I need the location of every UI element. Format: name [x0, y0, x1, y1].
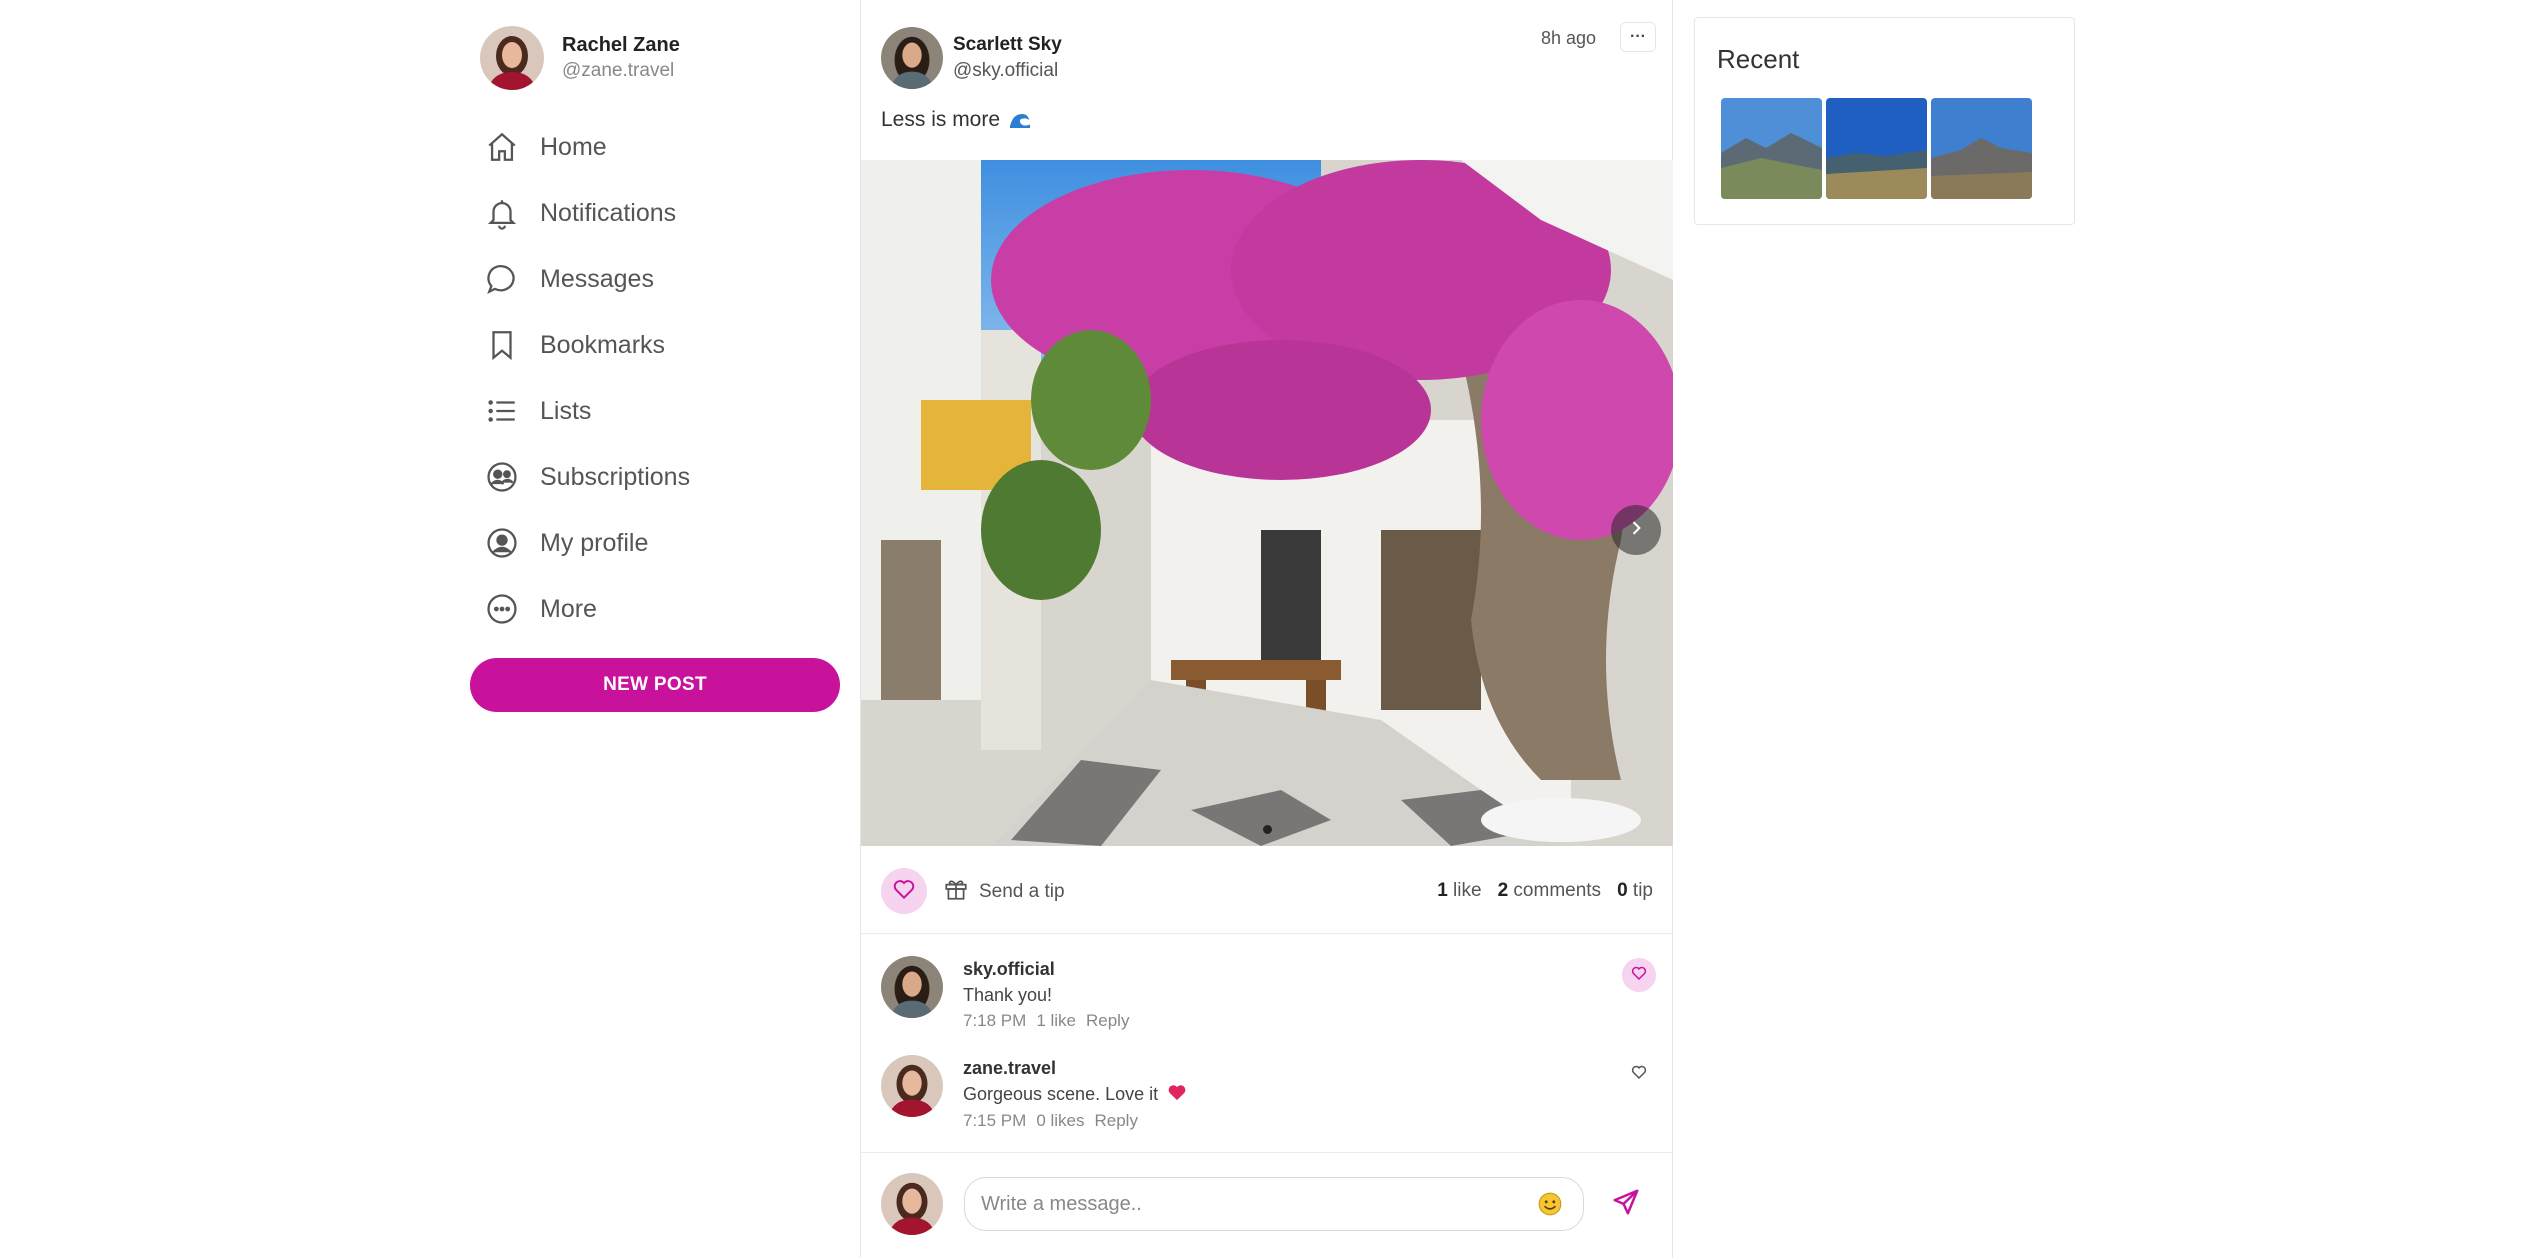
user-name: Rachel Zane — [562, 34, 680, 56]
wave-icon — [1008, 108, 1032, 132]
comment-reply-link[interactable]: Reply — [1095, 1108, 1138, 1134]
nav-item-notifications[interactable]: Notifications — [484, 180, 690, 246]
comment-text: Thank you! — [963, 985, 1053, 1005]
comment-reply-link[interactable]: Reply — [1086, 1008, 1129, 1034]
post-header: Scarlett Sky @sky.official 8h ago ··· — [881, 22, 1656, 90]
nav-item-more[interactable]: More — [484, 576, 690, 642]
likes-stat[interactable]: 1 like — [1437, 880, 1481, 902]
nav-label: Messages — [540, 264, 654, 293]
comment-like-button[interactable] — [1622, 958, 1656, 992]
comment-likes[interactable]: 1 like — [1036, 1008, 1076, 1034]
nav-item-home[interactable]: Home — [484, 114, 690, 180]
carousel-dot[interactable] — [1262, 825, 1272, 834]
user-handle: @zane.travel — [562, 60, 675, 81]
composer-avatar — [881, 1173, 943, 1235]
recent-panel: Recent — [1694, 17, 2075, 225]
recent-thumbnail[interactable] — [1826, 98, 1927, 199]
main-nav: Home Notifications Messages Bookmarks Li… — [484, 114, 690, 642]
nav-item-messages[interactable]: Messages — [484, 246, 690, 312]
comment-username[interactable]: sky.official — [963, 956, 1129, 982]
carousel-next-button[interactable] — [1611, 505, 1661, 555]
post-feed: Scarlett Sky @sky.official 8h ago ··· Le… — [860, 0, 1673, 1258]
post-caption-text: Less is more — [881, 108, 1001, 131]
nav-label: Home — [540, 132, 607, 161]
emoji-icon[interactable] — [1537, 1191, 1563, 1222]
home-icon — [484, 129, 520, 165]
post-stats: 1 like 2 comments 0 tip — [1437, 880, 1653, 902]
post-photo — [861, 160, 1673, 846]
gift-icon — [943, 876, 969, 907]
recent-thumbnails — [1721, 98, 2032, 199]
nav-label: My profile — [540, 528, 649, 557]
red-heart-icon — [1167, 1082, 1187, 1108]
nav-item-lists[interactable]: Lists — [484, 378, 690, 444]
chat-bubble-icon — [484, 261, 520, 297]
recent-thumbnail[interactable] — [1931, 98, 2032, 199]
bookmark-icon — [484, 327, 520, 363]
send-tip-button[interactable]: Send a tip — [943, 876, 1065, 907]
comment-like-button[interactable] — [1622, 1057, 1656, 1091]
comment-avatar[interactable] — [881, 956, 943, 1018]
nav-label: Subscriptions — [540, 462, 691, 491]
current-user-profile[interactable]: Rachel Zane @zane.travel — [480, 26, 680, 90]
comment-time: 7:15 PM — [963, 1111, 1027, 1131]
post-actions: Send a tip 1 like 2 comments 0 tip — [861, 862, 1673, 934]
post-image[interactable] — [861, 160, 1673, 846]
comment-avatar[interactable] — [881, 1055, 943, 1117]
comment-username[interactable]: zane.travel — [963, 1055, 1187, 1081]
nav-label: Bookmarks — [540, 330, 666, 359]
send-icon[interactable] — [1611, 1187, 1641, 1222]
heart-icon — [1630, 964, 1648, 987]
tips-stat[interactable]: 0 tip — [1617, 880, 1653, 902]
bell-icon — [484, 195, 520, 231]
heart-icon — [1630, 1063, 1648, 1086]
ellipsis-circle-icon — [484, 591, 520, 627]
post-caption: Less is more — [881, 108, 1032, 132]
user-circle-icon — [484, 525, 520, 561]
post-author-name[interactable]: Scarlett Sky — [953, 32, 1062, 58]
chevron-right-icon — [1626, 518, 1646, 543]
send-tip-label: Send a tip — [979, 880, 1065, 902]
comment-time: 7:18 PM — [963, 1011, 1027, 1030]
comment-composer — [861, 1152, 1673, 1258]
heart-icon — [891, 876, 917, 907]
app-page: Rachel Zane @zane.travel Home Notificati… — [0, 0, 2538, 1258]
nav-label: Notifications — [540, 198, 677, 227]
comment-likes[interactable]: 0 likes — [1036, 1108, 1084, 1134]
post-timestamp: 8h ago — [1540, 28, 1596, 48]
carousel-indicator — [861, 825, 1673, 834]
message-input[interactable] — [964, 1177, 1584, 1231]
nav-item-subscriptions[interactable]: Subscriptions — [484, 444, 690, 510]
post-options-button[interactable]: ··· — [1620, 22, 1656, 52]
nav-item-my-profile[interactable]: My profile — [484, 510, 690, 576]
recent-thumbnail[interactable] — [1721, 98, 1822, 199]
comment-text: Gorgeous scene. Love it — [963, 1081, 1187, 1108]
post-author-avatar[interactable] — [881, 27, 943, 89]
new-post-button[interactable]: NEW POST — [470, 658, 840, 712]
recent-title: Recent — [1717, 44, 1800, 74]
list-icon — [484, 393, 520, 429]
like-button[interactable] — [881, 868, 927, 914]
nav-label: Lists — [540, 396, 592, 425]
nav-item-bookmarks[interactable]: Bookmarks — [484, 312, 690, 378]
user-avatar[interactable] — [480, 26, 544, 90]
post-author-handle[interactable]: @sky.official — [953, 58, 1062, 84]
nav-label: More — [540, 594, 597, 623]
comments-stat[interactable]: 2 comments — [1498, 880, 1602, 902]
subscriptions-icon — [484, 459, 520, 495]
